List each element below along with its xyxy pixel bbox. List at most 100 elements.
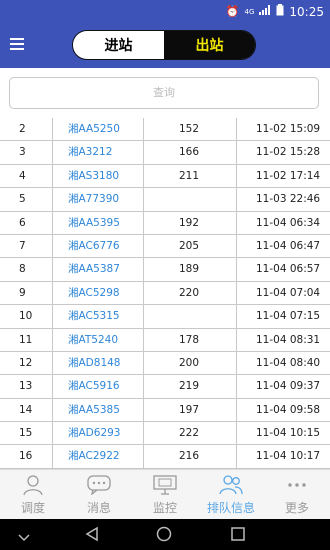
table-row[interactable]: 13 湘AC5916 219 11-04 09:37 — [0, 375, 330, 399]
row-value: 222 — [179, 427, 200, 440]
row-index: 11 — [19, 333, 33, 346]
tab-out-station[interactable]: 出站 — [164, 31, 255, 59]
row-index: 5 — [19, 193, 26, 206]
row-time: 11-04 08:31 — [256, 333, 321, 346]
table-row[interactable]: 11 湘AT5240 178 11-04 08:31 — [0, 329, 330, 352]
nav-item-label: 消息 — [86, 501, 111, 515]
row-index: 3 — [19, 146, 26, 159]
row-index: 12 — [19, 356, 33, 369]
row-time: 11-04 06:47 — [256, 239, 321, 252]
row-time: 11-04 09:37 — [256, 380, 321, 393]
row-value: 211 — [179, 169, 200, 182]
queue-table: 2 湘AA5250 152 11-02 15:09 3 湘A3212 166 11-02 15… — [0, 118, 330, 469]
table-row[interactable]: 5 湘A77390 11-03 22:46 — [0, 188, 330, 212]
table-row[interactable]: 16 湘AC2922 216 11-04 10:17 — [0, 445, 330, 469]
row-time: 11-04 06:57 — [256, 263, 321, 276]
chevron-down-icon[interactable] — [18, 528, 30, 547]
row-value: 178 — [179, 333, 200, 346]
plate-number-link[interactable]: 湘AC5298 — [68, 282, 120, 304]
plate-number-link[interactable]: 湘AA5387 — [68, 258, 120, 280]
table-row[interactable]: 14 湘AA5385 197 11-04 09:58 — [0, 399, 330, 423]
table-row[interactable]: 3 湘A3212 166 11-02 15:28 — [0, 141, 330, 165]
row-time: 11-04 09:58 — [256, 403, 321, 416]
table-row[interactable]: 15 湘AD6293 222 11-04 10:15 — [0, 422, 330, 446]
column-divider — [52, 118, 53, 469]
row-value: 205 — [179, 239, 200, 252]
row-time: 11-02 17:14 — [256, 169, 321, 182]
row-index: 9 — [19, 286, 26, 299]
search-area: 查询 — [0, 68, 330, 118]
plate-number-link[interactable]: 湘AC6776 — [68, 235, 120, 257]
home-icon[interactable] — [156, 526, 172, 546]
tab-in-station[interactable]: 进站 — [73, 31, 164, 59]
plate-number-link[interactable]: 湘AC2922 — [68, 445, 120, 467]
plate-number-link[interactable]: 湘AC5315 — [68, 305, 120, 327]
more-icon — [285, 474, 309, 496]
monitor-icon — [153, 474, 177, 496]
recents-icon[interactable] — [230, 526, 246, 546]
plate-number-link[interactable]: 湘AT5240 — [68, 329, 118, 351]
row-value: 166 — [179, 146, 200, 159]
table-row[interactable]: 6 湘AA5395 192 11-04 06:34 — [0, 212, 330, 235]
plate-number-link[interactable]: 湘AC5916 — [68, 375, 120, 397]
status-icons: ⏰ 4G 10:25 — [226, 4, 324, 19]
bottom-nav: 调度 消息 监控 排队信息 更多 — [0, 469, 330, 519]
column-divider — [143, 118, 144, 469]
plate-number-link[interactable]: 湘AA5250 — [68, 118, 120, 140]
row-index: 8 — [19, 263, 26, 276]
back-icon[interactable] — [84, 526, 100, 546]
column-divider — [236, 118, 237, 469]
network-type-label: 4G — [244, 7, 255, 16]
table-row[interactable]: 4 湘AS3180 211 11-02 17:14 — [0, 165, 330, 189]
table-row[interactable]: 9 湘AC5298 220 11-04 07:04 — [0, 282, 330, 306]
row-time: 11-04 07:04 — [256, 286, 321, 299]
row-time: 11-02 15:28 — [256, 146, 321, 159]
signal-icon — [259, 5, 271, 18]
row-time: 11-04 08:40 — [256, 356, 321, 369]
row-index: 14 — [19, 403, 33, 416]
nav-item-0[interactable]: 调度 — [0, 470, 66, 519]
nav-item-label: 排队信息 — [206, 501, 255, 515]
row-time: 11-04 07:15 — [256, 310, 321, 323]
plate-number-link[interactable]: 湘AD8148 — [68, 352, 121, 374]
table-row[interactable]: 10 湘AC5315 11-04 07:15 — [0, 305, 330, 329]
status-bar: ⏰ 4G 10:25 — [0, 0, 330, 22]
plate-number-link[interactable]: 湘A3212 — [68, 141, 112, 163]
table-row[interactable]: 7 湘AC6776 205 11-04 06:47 — [0, 235, 330, 259]
row-index: 13 — [19, 380, 33, 393]
nav-item-label: 更多 — [284, 501, 309, 515]
plate-number-link[interactable]: 湘A77390 — [68, 188, 119, 210]
row-value: 192 — [179, 216, 200, 229]
users-icon — [218, 474, 244, 496]
row-index: 2 — [19, 123, 26, 135]
clock: 10:25 — [289, 4, 324, 19]
search-input[interactable]: 查询 — [9, 77, 319, 109]
station-toggle: 进站 出站 — [72, 30, 256, 60]
hamburger-icon[interactable] — [10, 38, 24, 50]
nav-item-label: 监控 — [152, 501, 177, 515]
app-bar: 进站 出站 — [0, 22, 330, 68]
row-index: 15 — [19, 427, 33, 440]
row-value: 200 — [179, 356, 200, 369]
row-value: 219 — [179, 380, 200, 393]
table-row[interactable]: 8 湘AA5387 189 11-04 06:57 — [0, 258, 330, 282]
nav-item-2[interactable]: 监控 — [132, 470, 198, 519]
row-value: 152 — [179, 123, 200, 135]
plate-number-link[interactable]: 湘AD6293 — [68, 422, 121, 444]
nav-item-3[interactable]: 排队信息 — [198, 470, 264, 519]
row-time: 11-02 15:09 — [256, 123, 321, 135]
row-value: 197 — [179, 403, 200, 416]
table-row[interactable]: 2 湘AA5250 152 11-02 15:09 — [0, 118, 330, 142]
table-row[interactable]: 12 湘AD8148 200 11-04 08:40 — [0, 352, 330, 376]
battery-icon — [276, 4, 284, 19]
plate-number-link[interactable]: 湘AS3180 — [68, 165, 119, 187]
plate-number-link[interactable]: 湘AA5395 — [68, 212, 120, 234]
row-index: 7 — [19, 239, 26, 252]
nav-item-label: 调度 — [20, 501, 45, 515]
nav-item-1[interactable]: 消息 — [66, 470, 132, 519]
plate-number-link[interactable]: 湘AA5385 — [68, 399, 120, 421]
nav-item-4[interactable]: 更多 — [264, 470, 330, 519]
alarm-icon: ⏰ — [225, 5, 240, 18]
row-index: 4 — [19, 169, 26, 182]
row-index: 16 — [19, 450, 33, 463]
